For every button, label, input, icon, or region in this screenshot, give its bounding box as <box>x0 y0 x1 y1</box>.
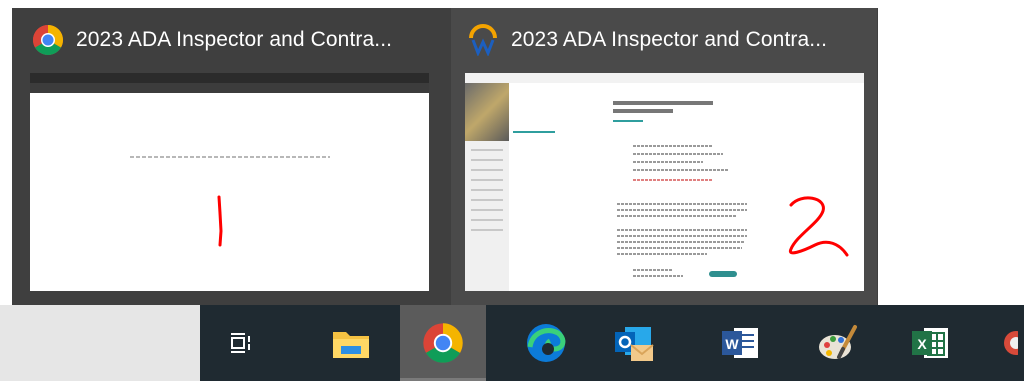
preview-text-line <box>130 156 330 158</box>
edge-button[interactable] <box>506 305 586 381</box>
app-icon <box>1004 331 1018 355</box>
outlook-button[interactable] <box>593 305 673 381</box>
task-view-icon <box>231 333 250 353</box>
svg-text:W: W <box>725 336 739 352</box>
red-annotation-1 <box>217 195 223 247</box>
svg-text:X: X <box>917 336 927 352</box>
file-explorer-button[interactable] <box>311 305 391 381</box>
chrome-icon <box>423 323 463 363</box>
window-thumbnail-2[interactable]: 2023 ADA Inspector and Contra... <box>451 8 877 305</box>
course-sidebar <box>465 83 509 291</box>
window-title: 2023 ADA Inspector and Contra... <box>511 28 828 51</box>
edge-icon <box>527 324 566 362</box>
taskbar: W X <box>0 305 1024 381</box>
window-thumbnail-1[interactable]: 2023 ADA Inspector and Contra... <box>20 8 438 305</box>
window-title: 2023 ADA Inspector and Contra... <box>76 28 393 51</box>
outlook-icon <box>615 327 654 361</box>
partial-app-button[interactable] <box>996 305 1024 381</box>
chrome-taskbar-button[interactable] <box>400 305 486 381</box>
paint-icon <box>819 325 857 359</box>
paint-button[interactable] <box>797 305 877 381</box>
word-icon: W <box>722 328 758 358</box>
window-thumbnail-flyout: 2023 ADA Inspector and Contra... 2023 AD… <box>12 8 878 305</box>
window-preview <box>465 73 864 291</box>
thumbnail-header: 2023 ADA Inspector and Contra... <box>455 8 873 72</box>
thumbnail-header: 2023 ADA Inspector and Contra... <box>20 8 438 72</box>
chrome-icon <box>32 24 64 56</box>
word-button[interactable]: W <box>700 305 780 381</box>
task-view-button[interactable] <box>201 305 281 381</box>
red-annotation-2 <box>788 196 849 257</box>
window-preview <box>30 73 429 291</box>
excel-icon: X <box>912 328 948 358</box>
app-logo-icon <box>467 24 499 57</box>
preview-button <box>709 271 737 277</box>
file-explorer-icon <box>333 332 369 358</box>
excel-button[interactable]: X <box>890 305 970 381</box>
